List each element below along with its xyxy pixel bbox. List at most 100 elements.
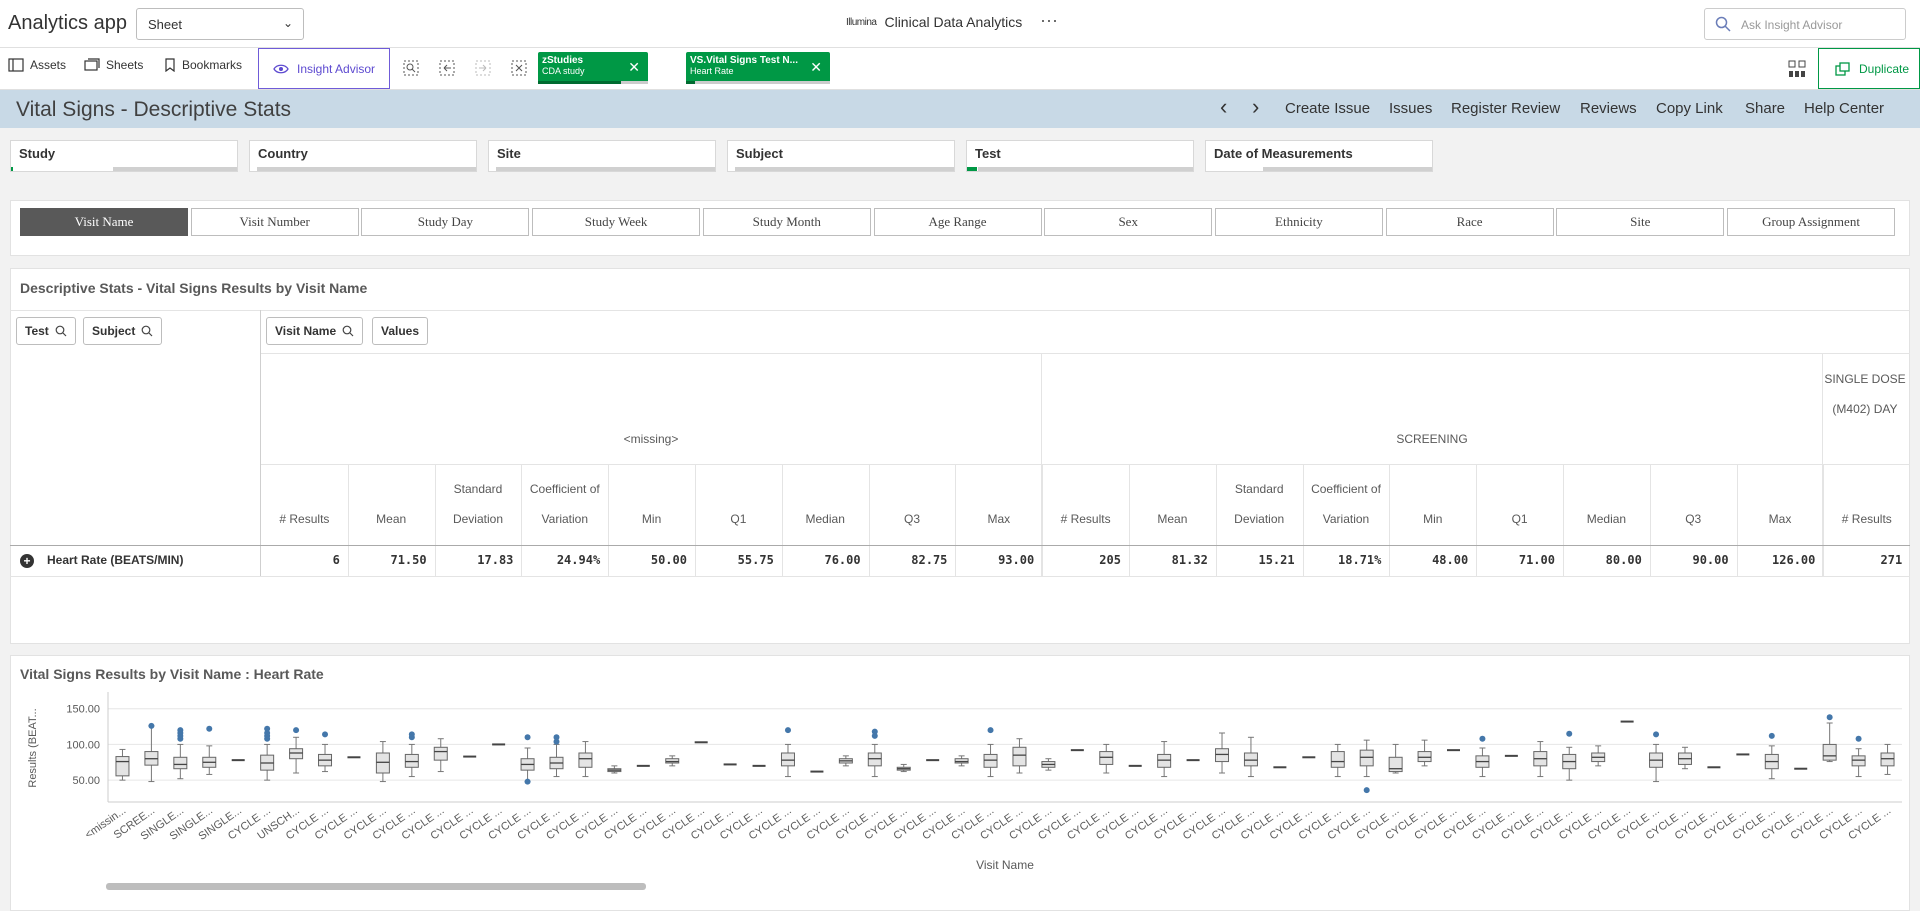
next-sheet-button[interactable]: › [1252, 94, 1259, 120]
box-42[interactable] [1330, 743, 1345, 778]
box-50[interactable] [1562, 730, 1577, 781]
box-39[interactable] [1243, 736, 1258, 778]
dimension-button-group-assignment[interactable]: Group Assignment [1727, 208, 1895, 236]
dimension-button-sex[interactable]: Sex [1044, 208, 1213, 236]
box-49[interactable] [1533, 741, 1548, 778]
outlier-point[interactable] [784, 727, 791, 734]
box-2[interactable] [173, 727, 188, 780]
selection-chip-studies[interactable]: zStudies CDA study ✕ [538, 52, 648, 84]
box-16[interactable] [578, 741, 593, 778]
filter-study[interactable]: Study [10, 140, 238, 172]
copy-link-link[interactable]: Copy Link [1656, 100, 1723, 117]
duplicate-button[interactable]: Duplicate [1818, 48, 1920, 89]
dimension-button-visit-number[interactable]: Visit Number [190, 208, 359, 236]
box-14[interactable] [520, 734, 535, 785]
grid-icon[interactable] [1788, 60, 1806, 78]
box-1[interactable] [144, 722, 159, 783]
box-36[interactable] [1157, 741, 1172, 778]
box-60[interactable] [1851, 735, 1866, 778]
step-forward-icon[interactable] [475, 60, 491, 76]
box-23[interactable] [780, 727, 795, 778]
box-31[interactable] [1012, 738, 1027, 774]
outlier-point[interactable] [1653, 731, 1660, 738]
outlier-point[interactable] [1768, 732, 1775, 739]
test-dimension-button[interactable]: Test [16, 317, 76, 345]
box-3[interactable] [202, 725, 217, 775]
reviews-link[interactable]: Reviews [1580, 100, 1637, 117]
prev-sheet-button[interactable]: ‹ [1220, 94, 1227, 120]
register-review-link[interactable]: Register Review [1451, 100, 1560, 117]
outlier-point[interactable] [524, 734, 531, 741]
sheets-button[interactable]: Sheets [84, 58, 143, 72]
outlier-point[interactable] [1826, 714, 1833, 721]
box-11[interactable] [433, 738, 448, 773]
box-5[interactable] [260, 725, 275, 781]
insight-advisor-button[interactable]: Insight Advisor [258, 48, 390, 89]
outlier-point[interactable] [408, 731, 415, 738]
outlier-point[interactable] [1479, 735, 1486, 742]
filter-site[interactable]: Site [488, 140, 716, 172]
box-15[interactable] [549, 734, 564, 778]
box-61[interactable] [1880, 743, 1895, 775]
close-icon[interactable]: ✕ [810, 59, 822, 76]
dimension-button-study-day[interactable]: Study Day [361, 208, 530, 236]
outlier-point[interactable] [871, 728, 878, 735]
outlier-point[interactable] [148, 722, 155, 729]
bookmarks-button[interactable]: Bookmarks [164, 58, 242, 72]
box-53[interactable] [1649, 731, 1664, 783]
create-issue-link[interactable]: Create Issue [1285, 100, 1370, 117]
ask-insight-input[interactable]: Ask Insight Advisor [1704, 8, 1906, 40]
step-back-icon[interactable] [439, 60, 455, 76]
outlier-point[interactable] [177, 727, 184, 734]
dimension-button-site[interactable]: Site [1556, 208, 1725, 236]
box-6[interactable] [289, 727, 304, 774]
box-25[interactable] [838, 755, 853, 767]
box-10[interactable] [404, 731, 419, 778]
dimension-button-study-week[interactable]: Study Week [532, 208, 701, 236]
sheet-select[interactable]: Sheet ⌄ [136, 8, 304, 40]
box-7[interactable] [318, 731, 333, 773]
expand-icon[interactable]: + [20, 554, 34, 568]
subject-dimension-button[interactable]: Subject [83, 317, 163, 345]
assets-button[interactable]: Assets [8, 58, 66, 72]
outlier-point[interactable] [264, 725, 271, 732]
chart-scrollbar[interactable] [106, 883, 646, 890]
outlier-point[interactable] [322, 731, 329, 738]
outlier-point[interactable] [524, 778, 531, 785]
dimension-button-race[interactable]: Race [1385, 208, 1554, 236]
dimension-button-age-range[interactable]: Age Range [873, 208, 1042, 236]
outlier-point[interactable] [1363, 787, 1370, 794]
box-44[interactable] [1388, 743, 1403, 774]
dimension-button-ethnicity[interactable]: Ethnicity [1214, 208, 1383, 236]
selection-chip-test[interactable]: VS.Vital Signs Test N... Heart Rate ✕ [686, 52, 830, 84]
box-32[interactable] [1041, 758, 1056, 771]
outlier-point[interactable] [206, 725, 213, 732]
visit-name-dimension-button[interactable]: Visit Name [266, 317, 364, 345]
box-17[interactable] [607, 765, 622, 774]
outlier-point[interactable] [553, 734, 560, 741]
dimension-button-study-month[interactable]: Study Month [702, 208, 871, 236]
dimension-button-visit-name[interactable]: Visit Name [20, 208, 188, 236]
box-43[interactable] [1359, 739, 1374, 794]
filter-country[interactable]: Country [249, 140, 477, 172]
share-link[interactable]: Share [1745, 100, 1785, 117]
box-27[interactable] [896, 763, 911, 773]
smart-search-icon[interactable] [403, 60, 419, 76]
more-options-icon[interactable]: ··· [1040, 10, 1058, 31]
box-54[interactable] [1677, 746, 1692, 770]
box-34[interactable] [1099, 743, 1114, 774]
outlier-point[interactable] [987, 727, 994, 734]
box-57[interactable] [1764, 732, 1779, 780]
box-47[interactable] [1475, 735, 1490, 778]
close-icon[interactable]: ✕ [628, 59, 640, 76]
box-19[interactable] [665, 755, 680, 767]
box-59[interactable] [1822, 714, 1837, 763]
box-29[interactable] [954, 755, 969, 767]
box-38[interactable] [1215, 732, 1230, 774]
box-51[interactable] [1591, 745, 1606, 767]
box-26[interactable] [867, 728, 882, 778]
box-9[interactable] [375, 741, 390, 783]
box-30[interactable] [983, 727, 998, 778]
outlier-point[interactable] [1566, 730, 1573, 737]
values-dimension-button[interactable]: Values [372, 317, 429, 345]
